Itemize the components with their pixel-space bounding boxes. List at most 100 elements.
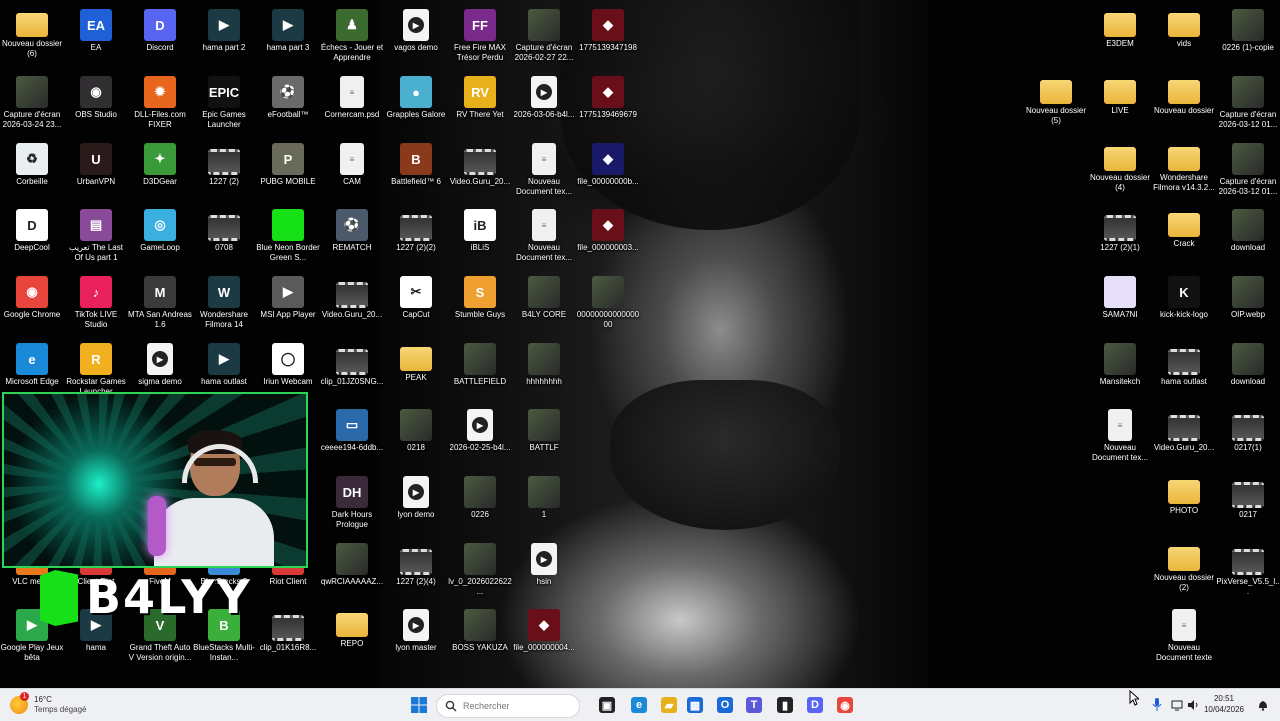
desktop-icon[interactable]: hhhhhhhh <box>512 338 576 400</box>
desktop-icon[interactable]: Video.Guru_20... <box>448 138 512 200</box>
desktop-icon[interactable]: 0226 <box>448 471 512 533</box>
search-input[interactable] <box>461 700 575 712</box>
desktop-icon[interactable]: ≡ Nouveau Document texte <box>1152 604 1216 666</box>
desktop-icon[interactable]: clip_01JZ0SNG... <box>320 338 384 400</box>
desktop-icon[interactable]: ▶ MSI App Player <box>256 271 320 333</box>
taskbar-teams[interactable]: T <box>743 694 765 716</box>
desktop-icon[interactable]: RV RV There Yet <box>448 71 512 133</box>
desktop-icon[interactable]: ≡ Nouveau Document tex... <box>1088 404 1152 466</box>
desktop-icon[interactable]: ▶ 2026-03-06-b4l... <box>512 71 576 133</box>
desktop-icon[interactable]: 0218 <box>384 404 448 466</box>
desktop-icon[interactable]: E3DEM <box>1088 4 1152 66</box>
desktop-icon[interactable]: ≡ Nouveau Document tex... <box>512 204 576 266</box>
desktop-icon[interactable]: 1227 (2)(4) <box>384 538 448 600</box>
desktop-icon[interactable]: ▶ 2026-02-25-b4l... <box>448 404 512 466</box>
desktop-icon[interactable]: 0217(1) <box>1216 404 1280 466</box>
desktop-icon[interactable]: ▶ hama part 2 <box>192 4 256 66</box>
taskbar-microsoft-store[interactable]: ▦ <box>684 694 706 716</box>
desktop-icon[interactable]: 1 <box>512 471 576 533</box>
desktop-icon[interactable]: Nouveau dossier (6) <box>0 4 64 66</box>
desktop-icon[interactable]: Capture d'écran 2026-03-24 23... <box>0 71 64 133</box>
taskbar-terminal[interactable]: ▮ <box>774 694 796 716</box>
desktop-icon[interactable]: B Battlefield™ 6 <box>384 138 448 200</box>
desktop-icon[interactable]: ▶ hsin <box>512 538 576 600</box>
desktop-icon[interactable]: download <box>1216 204 1280 266</box>
desktop-icon[interactable]: ▭ ceeee194-6ddb... <box>320 404 384 466</box>
desktop-icon[interactable]: Video.Guru_20... <box>1152 404 1216 466</box>
desktop-icon[interactable]: ✹ DLL-Files.com FIXER <box>128 71 192 133</box>
desktop-icon[interactable]: clip_01K16R8... <box>256 604 320 666</box>
desktop-icon[interactable]: 1227 (2)(2) <box>384 204 448 266</box>
desktop-icon[interactable]: S Stumble Guys <box>448 271 512 333</box>
microphone-icon[interactable] <box>1146 694 1168 716</box>
desktop-icon[interactable]: hama outlast <box>1152 338 1216 400</box>
taskbar-outlook[interactable]: O <box>714 694 736 716</box>
desktop-icon[interactable]: U UrbanVPN <box>64 138 128 200</box>
desktop-icon[interactable]: Blue Neon Border Green S... <box>256 204 320 266</box>
desktop-icon[interactable]: qwRCIAAAAAZ... <box>320 538 384 600</box>
desktop-icon[interactable]: DH Dark Hours Prologue <box>320 471 384 533</box>
desktop-icon[interactable]: Nouveau dossier (4) <box>1088 138 1152 200</box>
desktop-icon[interactable]: EPIC Epic Games Launcher <box>192 71 256 133</box>
desktop-icon[interactable]: iB iBLiS <box>448 204 512 266</box>
desktop-icon[interactable]: Mansitekch <box>1088 338 1152 400</box>
desktop-icon[interactable]: PHOTO <box>1152 471 1216 533</box>
notification-icon[interactable] <box>1252 694 1274 716</box>
desktop-icon[interactable]: BOSS YAKUZA <box>448 604 512 666</box>
desktop-icon[interactable]: ✂ CapCut <box>384 271 448 333</box>
desktop-icon[interactable]: ● Grapples Galore <box>384 71 448 133</box>
taskbar-edge[interactable]: e <box>628 694 650 716</box>
desktop-icon[interactable]: ≡ CAM <box>320 138 384 200</box>
desktop-icon[interactable]: ◎ GameLoop <box>128 204 192 266</box>
desktop-icon[interactable]: Crack <box>1152 204 1216 266</box>
desktop-icon[interactable]: ≡ Nouveau Document tex... <box>512 138 576 200</box>
desktop-icon[interactable]: SAMA7NI <box>1088 271 1152 333</box>
desktop-icon[interactable]: ◆ file_00000000b... <box>576 138 640 200</box>
taskbar-chrome[interactable]: ◉ <box>834 694 856 716</box>
desktop-icon[interactable]: Wondershare Filmora v14.3.2... <box>1152 138 1216 200</box>
desktop-icon[interactable]: PixVerse_V5.5_l... <box>1216 538 1280 600</box>
desktop-icon[interactable]: 0708 <box>192 204 256 266</box>
desktop-icon[interactable]: REPO <box>320 604 384 666</box>
desktop-icon[interactable]: 1227 (2)(1) <box>1088 204 1152 266</box>
desktop-icon[interactable]: PEAK <box>384 338 448 400</box>
desktop-icon[interactable]: download <box>1216 338 1280 400</box>
desktop-icon[interactable]: M MTA San Andreas 1.6 <box>128 271 192 333</box>
taskbar-file-explorer[interactable]: ▰ <box>658 694 680 716</box>
desktop-icon[interactable]: ⚽ eFootball™ <box>256 71 320 133</box>
desktop-icon[interactable]: ♻ Corbeille <box>0 138 64 200</box>
desktop-icon[interactable]: ▶ hama part 3 <box>256 4 320 66</box>
clock[interactable]: 20:51 10/04/2026 <box>1196 693 1252 715</box>
desktop-icon[interactable]: Video.Guru_20... <box>320 271 384 333</box>
taskbar-discord[interactable]: D <box>804 694 826 716</box>
desktop-icon[interactable]: ▶ vagos demo <box>384 4 448 66</box>
desktop-icon[interactable]: D DeepCool <box>0 204 64 266</box>
desktop-icon[interactable]: e Microsoft Edge <box>0 338 64 400</box>
desktop-icon[interactable]: ◉ OBS Studio <box>64 71 128 133</box>
desktop-icon[interactable]: Capture d'écran 2026-03-12 01... <box>1216 138 1280 200</box>
weather-widget[interactable]: 1 16°C Temps dégagé <box>10 692 86 717</box>
taskbar-search[interactable] <box>436 694 580 718</box>
desktop-icon[interactable]: 0000000000000000 <box>576 271 640 333</box>
desktop-icon[interactable]: P PUBG MOBILE <box>256 138 320 200</box>
desktop-icon[interactable]: Nouveau dossier (5) <box>1024 71 1088 133</box>
desktop-icon[interactable]: ◆ file_000000003... <box>576 204 640 266</box>
desktop-icon[interactable]: ◯ Iriun Webcam <box>256 338 320 400</box>
desktop-icon[interactable]: ▶ lyon demo <box>384 471 448 533</box>
start-button[interactable] <box>408 694 430 716</box>
desktop-icon[interactable]: OIP.webp <box>1216 271 1280 333</box>
desktop-icon[interactable]: Nouveau dossier (2) <box>1152 538 1216 600</box>
desktop-icon[interactable]: 0217 <box>1216 471 1280 533</box>
desktop-icon[interactable]: B4LY CORE <box>512 271 576 333</box>
desktop-icon[interactable]: D Discord <box>128 4 192 66</box>
desktop-icon[interactable]: Capture d'écran 2026-03-12 01... <box>1216 71 1280 133</box>
desktop-icon[interactable]: ◆ 1775139469679 <box>576 71 640 133</box>
desktop-icon[interactable]: ♟ Échecs - Jouer et Apprendre <box>320 4 384 66</box>
desktop-icon[interactable]: 1227 (2) <box>192 138 256 200</box>
desktop-icon[interactable]: ▶ sigma demo <box>128 338 192 400</box>
desktop-icon[interactable]: ⚽ REMATCH <box>320 204 384 266</box>
desktop-icon[interactable]: Capture d'écran 2026-02-27 22... <box>512 4 576 66</box>
desktop-icon[interactable]: EA EA <box>64 4 128 66</box>
desktop-icon[interactable]: ▤ تعريب The Last Of Us part 1 <box>64 204 128 266</box>
desktop-icon[interactable]: BATTLEFIELD <box>448 338 512 400</box>
